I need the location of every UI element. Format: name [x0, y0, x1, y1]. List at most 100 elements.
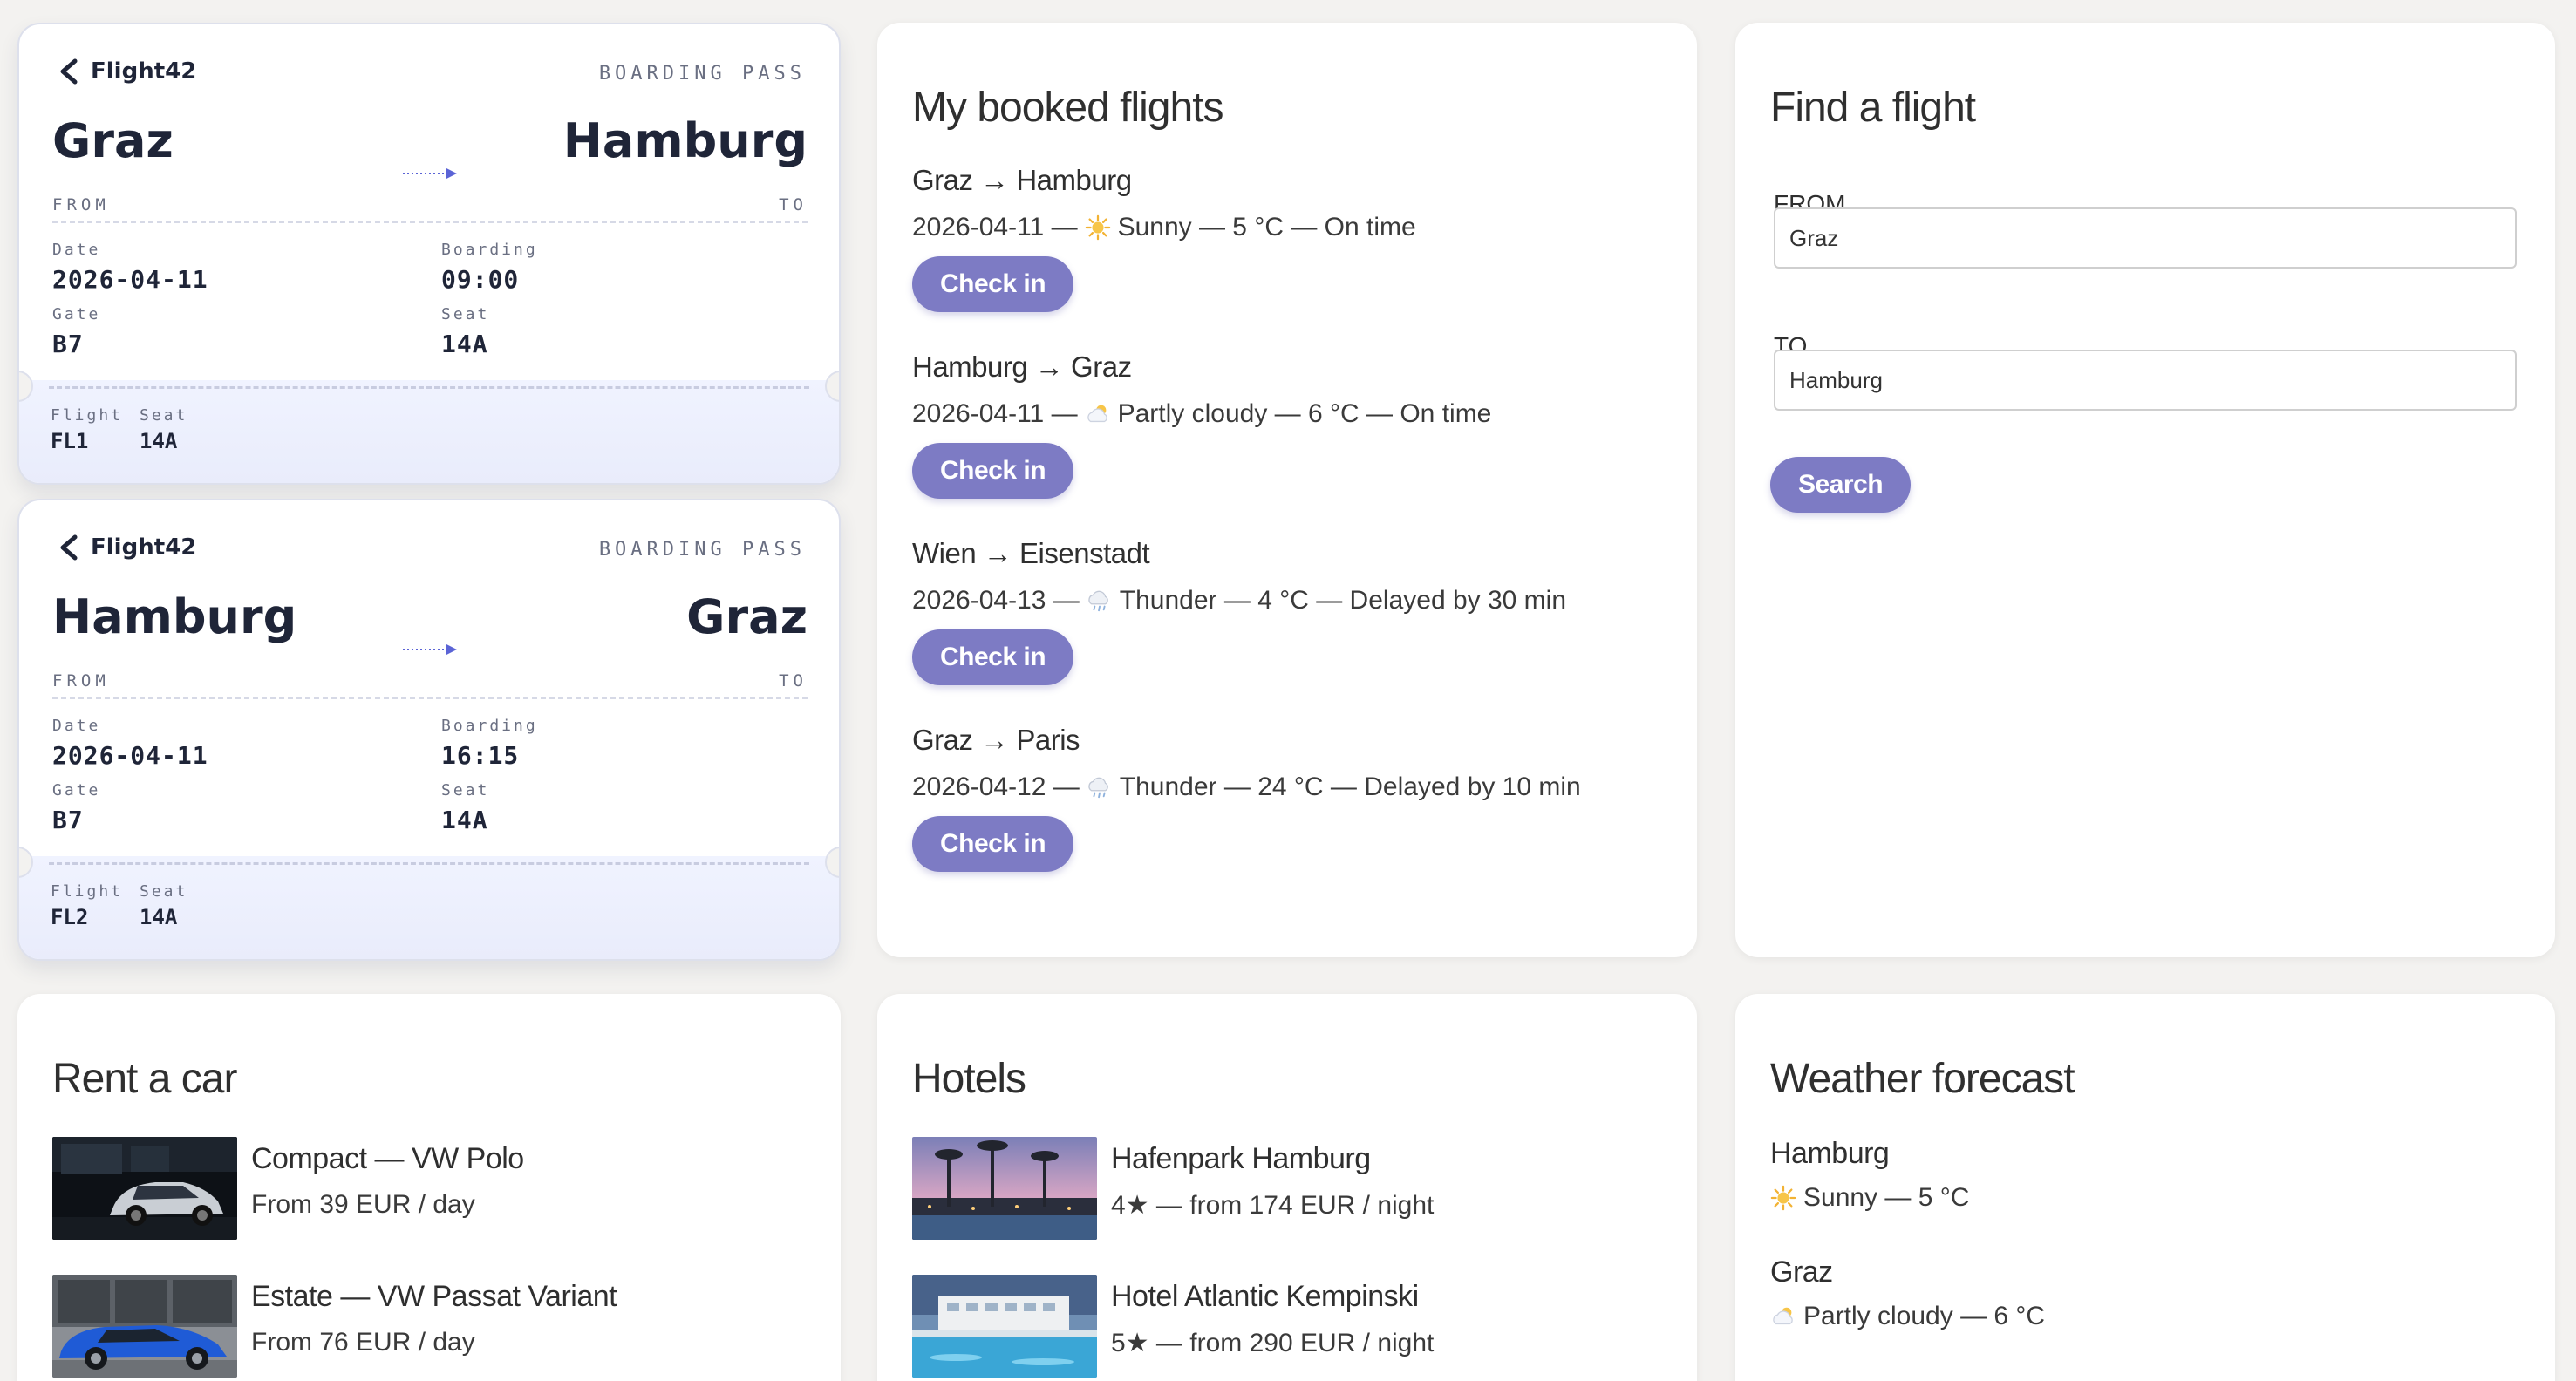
- booking-weather: Sunny — 5 °C — On time: [1117, 213, 1416, 242]
- weather-condition: Partly cloudy — 6 °C: [1770, 1302, 2045, 1331]
- booking-item: Wien → Eisenstadt 2026-04-13 — Thunder —…: [912, 537, 1566, 685]
- check-in-button[interactable]: Check in: [912, 256, 1074, 312]
- thunder-icon: [1087, 774, 1113, 800]
- date-value: 2026-04-11: [52, 741, 208, 770]
- booking-details: 2026-04-11 — Partly cloudy — 6 °C — On t…: [912, 399, 1491, 429]
- car-image: [52, 1137, 237, 1240]
- booking-details: 2026-04-12 — Thunder — 24 °C — Delayed b…: [912, 772, 1581, 802]
- weather-text: Sunny — 5 °C: [1803, 1183, 1970, 1212]
- flight-path-arrow-icon: [401, 642, 459, 657]
- booking-details: 2026-04-11 — Sunny — 5 °C — On time: [912, 213, 1416, 242]
- booking-item: Hamburg → Graz 2026-04-11 — Partly cloud…: [912, 350, 1491, 499]
- hotel-info: 5★ — from 290 EUR / night: [1111, 1329, 1435, 1357]
- destination-city: Hamburg: [562, 113, 808, 168]
- weather-item: Hamburg Sunny — 5 °C: [1770, 1137, 1969, 1213]
- gate-label: Gate: [52, 781, 101, 799]
- from-label: FROM: [52, 671, 110, 690]
- stub-seat-value: 14A: [140, 905, 178, 929]
- weather-city: Graz: [1770, 1255, 1833, 1289]
- booking-weather: Thunder — 4 °C — Delayed by 30 min: [1119, 586, 1567, 615]
- booking-details: 2026-04-13 — Thunder — 4 °C — Delayed by…: [912, 586, 1566, 616]
- partly-cloudy-icon: [1085, 401, 1111, 427]
- boarding-label: Boarding: [441, 717, 538, 735]
- stub-flight-value: FL2: [51, 905, 89, 929]
- divider: [52, 697, 808, 699]
- seat-label: Seat: [441, 305, 490, 323]
- check-in-button[interactable]: Check in: [912, 629, 1074, 685]
- partly-cloudy-icon: [1770, 1303, 1796, 1330]
- booked-flights-card: My booked flights Graz → Hamburg 2026-04…: [877, 23, 1697, 957]
- to-label: TO: [779, 195, 808, 214]
- gate-value: B7: [52, 806, 84, 834]
- hotel-item[interactable]: Hotel Atlantic Kempinski 5★ — from 290 E…: [912, 1275, 1434, 1378]
- booking-route: Wien → Eisenstadt: [912, 537, 1150, 569]
- boarding-pass-label: BOARDING PASS: [598, 539, 806, 561]
- car-price: From 76 EUR / day: [251, 1328, 475, 1357]
- stub-seat-label: Seat: [140, 882, 188, 901]
- perforation: [49, 386, 809, 389]
- weather-item: Graz Partly cloudy — 6 °C: [1770, 1255, 2045, 1331]
- pass-stub: Flight FL1 Seat 14A: [19, 380, 839, 483]
- stub-seat-value: 14A: [140, 429, 178, 453]
- booking-date: 2026-04-11 —: [912, 213, 1078, 242]
- check-in-button[interactable]: Check in: [912, 816, 1074, 872]
- car-name: Compact — VW Polo: [251, 1142, 524, 1175]
- perforation: [49, 862, 809, 865]
- stub-flight-value: FL1: [51, 429, 89, 453]
- hotels-title: Hotels: [912, 1056, 1026, 1102]
- boarding-value: 09:00: [441, 265, 520, 294]
- boarding-pass-1[interactable]: Flight42 BOARDING PASS Graz Hamburg FROM…: [17, 23, 841, 485]
- booking-route: Hamburg → Graz: [912, 350, 1132, 383]
- sun-icon: [1770, 1185, 1796, 1211]
- to-input[interactable]: [1774, 350, 2517, 411]
- search-button[interactable]: Search: [1770, 457, 1912, 513]
- booking-weather: Thunder — 24 °C — Delayed by 10 min: [1119, 772, 1581, 801]
- rent-car-title: Rent a car: [52, 1056, 237, 1102]
- car-image: [52, 1275, 237, 1378]
- hotel-info: 4★ — from 174 EUR / night: [1111, 1191, 1435, 1220]
- date-label: Date: [52, 717, 101, 735]
- car-item[interactable]: Compact — VW Polo From 39 EUR / day: [52, 1137, 524, 1240]
- back-chevron-icon[interactable]: [56, 58, 82, 85]
- divider: [52, 221, 808, 223]
- check-in-button[interactable]: Check in: [912, 443, 1074, 499]
- boarding-label: Boarding: [441, 241, 538, 259]
- booking-item: Graz → Paris 2026-04-12 — Thunder — 24 °…: [912, 724, 1581, 872]
- boarding-pass-2[interactable]: Flight42 BOARDING PASS Hamburg Graz FROM…: [17, 499, 841, 961]
- find-flight-card: Find a flight FROM TO Search: [1735, 23, 2555, 957]
- back-chevron-icon[interactable]: [56, 534, 82, 561]
- brand-name: Flight42: [91, 534, 197, 561]
- from-input[interactable]: [1774, 207, 2517, 269]
- boarding-pass-label: BOARDING PASS: [598, 63, 806, 85]
- stub-flight-label: Flight: [51, 406, 124, 425]
- brand-name: Flight42: [91, 58, 197, 85]
- stub-flight-label: Flight: [51, 882, 124, 901]
- rent-car-card: Rent a car Compact — VW Polo From 39 EUR…: [17, 994, 841, 1381]
- brand[interactable]: Flight42: [56, 58, 196, 85]
- seat-label: Seat: [441, 781, 490, 799]
- weather-city: Hamburg: [1770, 1137, 1890, 1170]
- hotels-card: Hotels Hafenpark Hamburg 4★ — from 174 E…: [877, 994, 1697, 1381]
- car-price: From 39 EUR / day: [251, 1190, 475, 1219]
- booking-route: Graz → Hamburg: [912, 164, 1132, 196]
- booking-date: 2026-04-11 —: [912, 399, 1078, 428]
- booking-item: Graz → Hamburg 2026-04-11 — Sunny — 5 °C…: [912, 164, 1416, 312]
- boarding-value: 16:15: [441, 741, 520, 770]
- hotel-name: Hotel Atlantic Kempinski: [1111, 1280, 1419, 1313]
- origin-city: Graz: [52, 113, 174, 168]
- booking-route: Graz → Paris: [912, 724, 1080, 756]
- car-item[interactable]: Estate — VW Passat Variant From 76 EUR /…: [52, 1275, 617, 1378]
- weather-card: Weather forecast Hamburg Sunny — 5 °C Gr…: [1735, 994, 2555, 1381]
- hotel-item[interactable]: Hafenpark Hamburg 4★ — from 174 EUR / ni…: [912, 1137, 1434, 1240]
- booking-weather: Partly cloudy — 6 °C — On time: [1117, 399, 1492, 428]
- car-name: Estate — VW Passat Variant: [251, 1280, 617, 1313]
- seat-value: 14A: [441, 330, 488, 358]
- from-label: FROM: [52, 195, 110, 214]
- pass-stub: Flight FL2 Seat 14A: [19, 856, 839, 959]
- brand[interactable]: Flight42: [56, 534, 196, 561]
- stub-seat-label: Seat: [140, 406, 188, 425]
- date-label: Date: [52, 241, 101, 259]
- booking-date: 2026-04-13 —: [912, 586, 1080, 615]
- find-flight-title: Find a flight: [1770, 85, 1976, 131]
- gate-value: B7: [52, 330, 84, 358]
